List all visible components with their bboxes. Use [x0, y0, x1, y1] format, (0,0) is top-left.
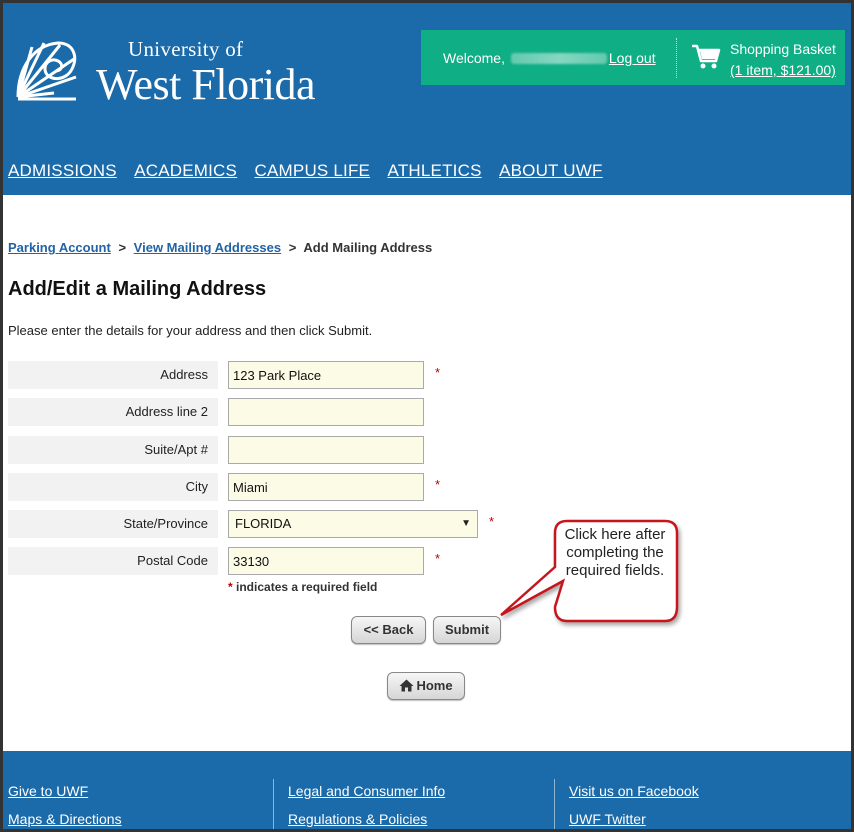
breadcrumb-separator: > — [118, 240, 127, 255]
required-field-note: * indicates a required field — [228, 580, 377, 594]
nav-campus-life[interactable]: CAMPUS LIFE — [255, 161, 371, 180]
breadcrumb-parking-account[interactable]: Parking Account — [8, 240, 111, 255]
nav-about-uwf[interactable]: ABOUT UWF — [499, 161, 603, 180]
address-row: Address * — [8, 361, 508, 389]
site-footer: Give to UWF Maps & Directions Legal and … — [3, 751, 851, 829]
home-button[interactable]: Home — [387, 672, 465, 700]
postal-code-input[interactable] — [228, 547, 424, 575]
city-label: City — [8, 473, 218, 501]
required-marker: * — [228, 580, 233, 594]
postal-code-row: Postal Code * — [8, 547, 508, 575]
callout-text: Click here after completing the required… — [564, 526, 666, 579]
address-line-2-label: Address line 2 — [8, 398, 218, 426]
breadcrumb: Parking Account > View Mailing Addresses… — [8, 240, 432, 255]
page-title: Add/Edit a Mailing Address — [8, 278, 267, 300]
logo-west-florida: West Florida — [96, 60, 315, 109]
footer-give-to-uwf[interactable]: Give to UWF — [8, 783, 88, 799]
state-label: State/Province — [8, 510, 218, 538]
main-nav: ADMISSIONS ACADEMICS CAMPUS LIFE ATHLETI… — [8, 161, 616, 181]
state-select-value: FLORIDA — [235, 516, 292, 531]
site-header: University of West Florida Welcome, Log … — [3, 3, 851, 195]
footer-regulations-policies[interactable]: Regulations & Policies — [288, 811, 427, 827]
nautilus-logo-icon — [16, 41, 77, 101]
shopping-cart-icon[interactable] — [691, 44, 721, 70]
nav-admissions[interactable]: ADMISSIONS — [8, 161, 117, 180]
address-line-2-row: Address line 2 — [8, 398, 508, 426]
suite-label: Suite/Apt # — [8, 436, 218, 464]
postal-code-label: Postal Code — [8, 547, 218, 575]
city-row: City * — [8, 473, 508, 501]
welcome-label: Welcome, — [443, 50, 505, 66]
suite-row: Suite/Apt # — [8, 436, 508, 464]
required-marker: * — [435, 365, 441, 380]
address-line-2-input[interactable] — [228, 398, 424, 426]
required-marker: * — [435, 477, 441, 492]
form-instructions: Please enter the details for your addres… — [8, 323, 373, 338]
footer-divider — [273, 779, 274, 829]
footer-facebook[interactable]: Visit us on Facebook — [569, 783, 699, 799]
redacted-username — [510, 53, 607, 64]
footer-twitter[interactable]: UWF Twitter — [569, 811, 646, 827]
breadcrumb-current: Add Mailing Address — [303, 240, 433, 255]
welcome-message: Welcome, Log out — [443, 50, 656, 66]
city-input[interactable] — [228, 473, 424, 501]
suite-input[interactable] — [228, 436, 424, 464]
address-input[interactable] — [228, 361, 424, 389]
nav-athletics[interactable]: ATHLETICS — [388, 161, 482, 180]
home-button-label: Home — [416, 678, 453, 693]
required-note-text: indicates a required field — [236, 580, 378, 594]
breadcrumb-view-mailing-addresses[interactable]: View Mailing Addresses — [134, 240, 281, 255]
footer-maps-directions[interactable]: Maps & Directions — [8, 811, 122, 827]
footer-divider — [554, 779, 555, 829]
nav-academics[interactable]: ACADEMICS — [134, 161, 237, 180]
basket-summary-link[interactable]: (1 item, $121.00) — [730, 62, 836, 78]
footer-legal-consumer-info[interactable]: Legal and Consumer Info — [288, 783, 445, 799]
welcome-panel: Welcome, Log out Shopping Basket (1 item… — [421, 30, 845, 85]
welcome-divider — [676, 38, 677, 78]
basket-title: Shopping Basket — [730, 41, 836, 57]
breadcrumb-separator: > — [288, 240, 297, 255]
home-icon — [399, 679, 414, 692]
uwf-logo[interactable]: University of West Florida — [14, 37, 354, 109]
address-label: Address — [8, 361, 218, 389]
state-row: State/Province FLORIDA ▼ * — [8, 510, 508, 538]
page-frame: University of West Florida Welcome, Log … — [0, 0, 854, 832]
logout-link[interactable]: Log out — [609, 50, 656, 66]
state-select[interactable]: FLORIDA ▼ — [228, 510, 478, 538]
back-button[interactable]: << Back — [351, 616, 426, 644]
required-marker: * — [435, 551, 441, 566]
